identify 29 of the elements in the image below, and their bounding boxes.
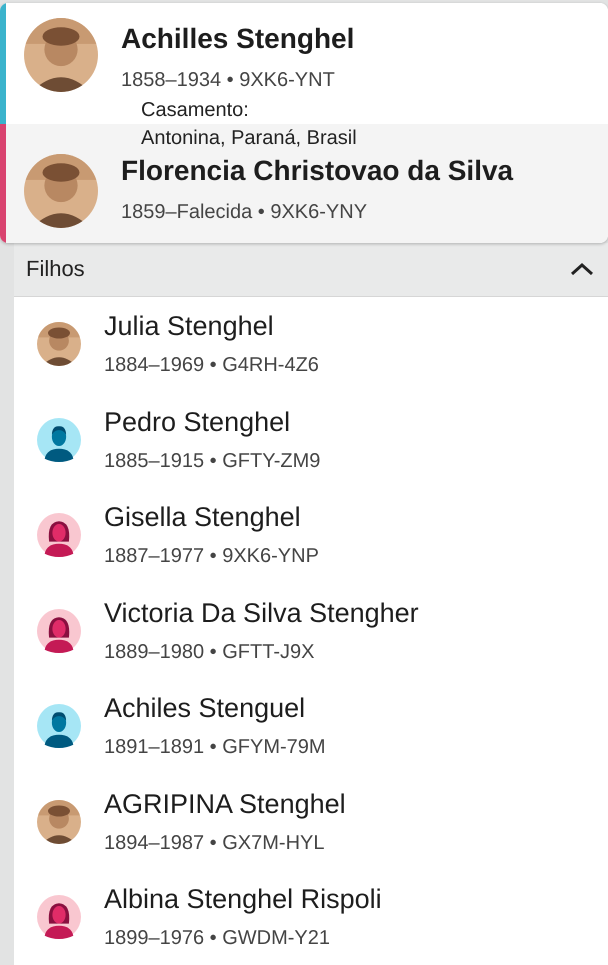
child-name[interactable]: Gisella Stenghel <box>104 502 319 532</box>
person-details: 1859–Falecida • 9XK6-YNY <box>121 200 368 224</box>
child-name[interactable]: Victoria Da Silva Stengher <box>104 598 419 628</box>
children-section-header[interactable]: Filhos <box>14 242 608 296</box>
child-name[interactable]: Achiles Stenguel <box>104 693 326 724</box>
child-details: 1885–1915 • GFTY-ZM9 <box>104 448 320 473</box>
spouse-card[interactable]: Florencia Christovao da Silva 1859–Falecida • 9XK6-YNY <box>0 150 608 242</box>
female-avatar-icon <box>37 608 81 653</box>
spouse-card[interactable]: Achilles Stenghel 1858–1934 • 9XK6-YNT <box>0 3 608 98</box>
person-name: Florencia Christovao da Silva <box>121 154 514 188</box>
male-avatar-icon <box>37 704 81 748</box>
marriage-place: Antonina, Paraná, Brasil <box>141 126 358 150</box>
marriage-label: Casamento: <box>141 98 250 122</box>
child-details: 1891–1891 • GFYM-79M <box>104 735 326 760</box>
female-avatar-icon <box>37 513 81 558</box>
child-details: 1887–1977 • 9XK6-YNP <box>104 544 319 568</box>
child-name[interactable]: Albina Stenghel Rispoli <box>104 884 382 914</box>
child-name[interactable]: AGRIPINA Stenghel <box>104 788 346 819</box>
child-details: 1894–1987 • GX7M-HYL <box>104 830 326 855</box>
male-avatar-icon <box>37 418 81 462</box>
chevron-up-icon <box>570 262 594 276</box>
child-name[interactable]: Pedro Stenghel <box>104 406 320 437</box>
person-name: Achilles Stenghel <box>121 22 354 56</box>
child-details: 1889–1980 • GFTT-J9X <box>104 640 316 664</box>
female-avatar-icon <box>37 895 81 940</box>
person-details: 1858–1934 • 9XK6-YNT <box>121 68 336 92</box>
child-name[interactable]: Julia Stenghel <box>104 311 319 342</box>
child-details: 1899–1976 • GWDM-Y21 <box>104 926 332 950</box>
child-details: 1884–1969 • G4RH-4Z6 <box>104 353 319 378</box>
